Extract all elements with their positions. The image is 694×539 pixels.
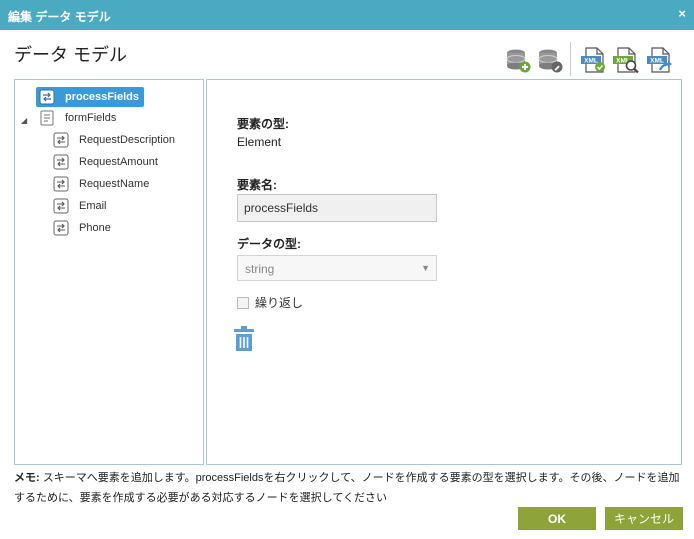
memo-prefix: メモ: <box>14 472 40 484</box>
data-type-select-value: string <box>245 262 275 276</box>
tree-node-processfields[interactable]: processFields <box>36 87 144 107</box>
tree-node-label: RequestDescription <box>79 134 175 146</box>
collapse-triangle-icon[interactable]: ◢ <box>21 116 27 125</box>
xml-export-icon[interactable]: XML <box>646 46 674 74</box>
element-name-label: 要素名: <box>237 178 277 192</box>
element-node-icon <box>39 89 55 105</box>
dialog-title: 編集 データ モデル <box>8 10 111 24</box>
tree-node-requestdescription[interactable]: RequestDescription <box>53 130 175 150</box>
tree-node-label: processFields <box>65 91 139 103</box>
repeat-label: 繰り返し <box>255 296 304 310</box>
database-add-icon[interactable] <box>504 46 532 74</box>
tree-node-email[interactable]: Email <box>53 196 107 216</box>
dialog-title-bar: 編集 データ モデル × <box>0 0 694 30</box>
tree-node-requestamount[interactable]: RequestAmount <box>53 152 158 172</box>
element-name-input[interactable] <box>237 194 437 222</box>
tree-node-label: formFields <box>65 112 117 124</box>
trash-icon[interactable] <box>233 326 255 352</box>
element-node-icon <box>53 154 69 170</box>
xml-export-icon-text: XML <box>650 58 664 65</box>
data-type-select[interactable]: string ▼ <box>237 255 437 281</box>
xml-validate-icon[interactable]: XML <box>580 46 608 74</box>
element-node-icon <box>53 220 69 236</box>
properties-panel: 要素の型: Element 要素名: データの型: string ▼ 繰り返し <box>206 79 682 465</box>
group-node-icon <box>40 110 54 126</box>
toolbar-separator <box>570 42 571 76</box>
tree-node-label: Phone <box>79 222 111 234</box>
tree-node-phone[interactable]: Phone <box>53 218 111 238</box>
cancel-button[interactable]: キャンセル <box>605 507 683 530</box>
element-node-icon <box>53 176 69 192</box>
memo-body: スキーマへ要素を追加します。processFieldsを右クリックして、ノードを… <box>14 472 680 504</box>
element-node-icon <box>53 198 69 214</box>
tree-node-label: Email <box>79 200 107 212</box>
page-title: データ モデル <box>14 45 128 65</box>
tree-node-label: RequestName <box>79 178 150 190</box>
element-node-icon <box>53 132 69 148</box>
repeat-checkbox[interactable] <box>237 296 249 309</box>
memo-text: メモ: スキーマへ要素を追加します。processFieldsを右クリックして、… <box>14 468 684 508</box>
xml-search-icon[interactable]: XML <box>612 46 640 74</box>
data-type-label: データの型: <box>237 237 301 251</box>
repeat-checkbox-row: 繰り返し <box>237 294 303 311</box>
database-edit-icon[interactable] <box>536 46 564 74</box>
xml-validate-icon-text: XML <box>584 58 598 65</box>
close-icon[interactable]: × <box>678 6 686 21</box>
ok-button[interactable]: OK <box>518 507 596 530</box>
tree-node-formfields[interactable]: formFields <box>39 108 116 128</box>
tree-panel: processFields ◢ formFields RequestDescri… <box>14 79 204 465</box>
tree-node-label: RequestAmount <box>79 156 158 168</box>
chevron-down-icon: ▼ <box>421 263 430 273</box>
element-type-value: Element <box>237 135 282 149</box>
element-type-label: 要素の型: <box>237 117 289 131</box>
tree-node-requestname[interactable]: RequestName <box>53 174 149 194</box>
